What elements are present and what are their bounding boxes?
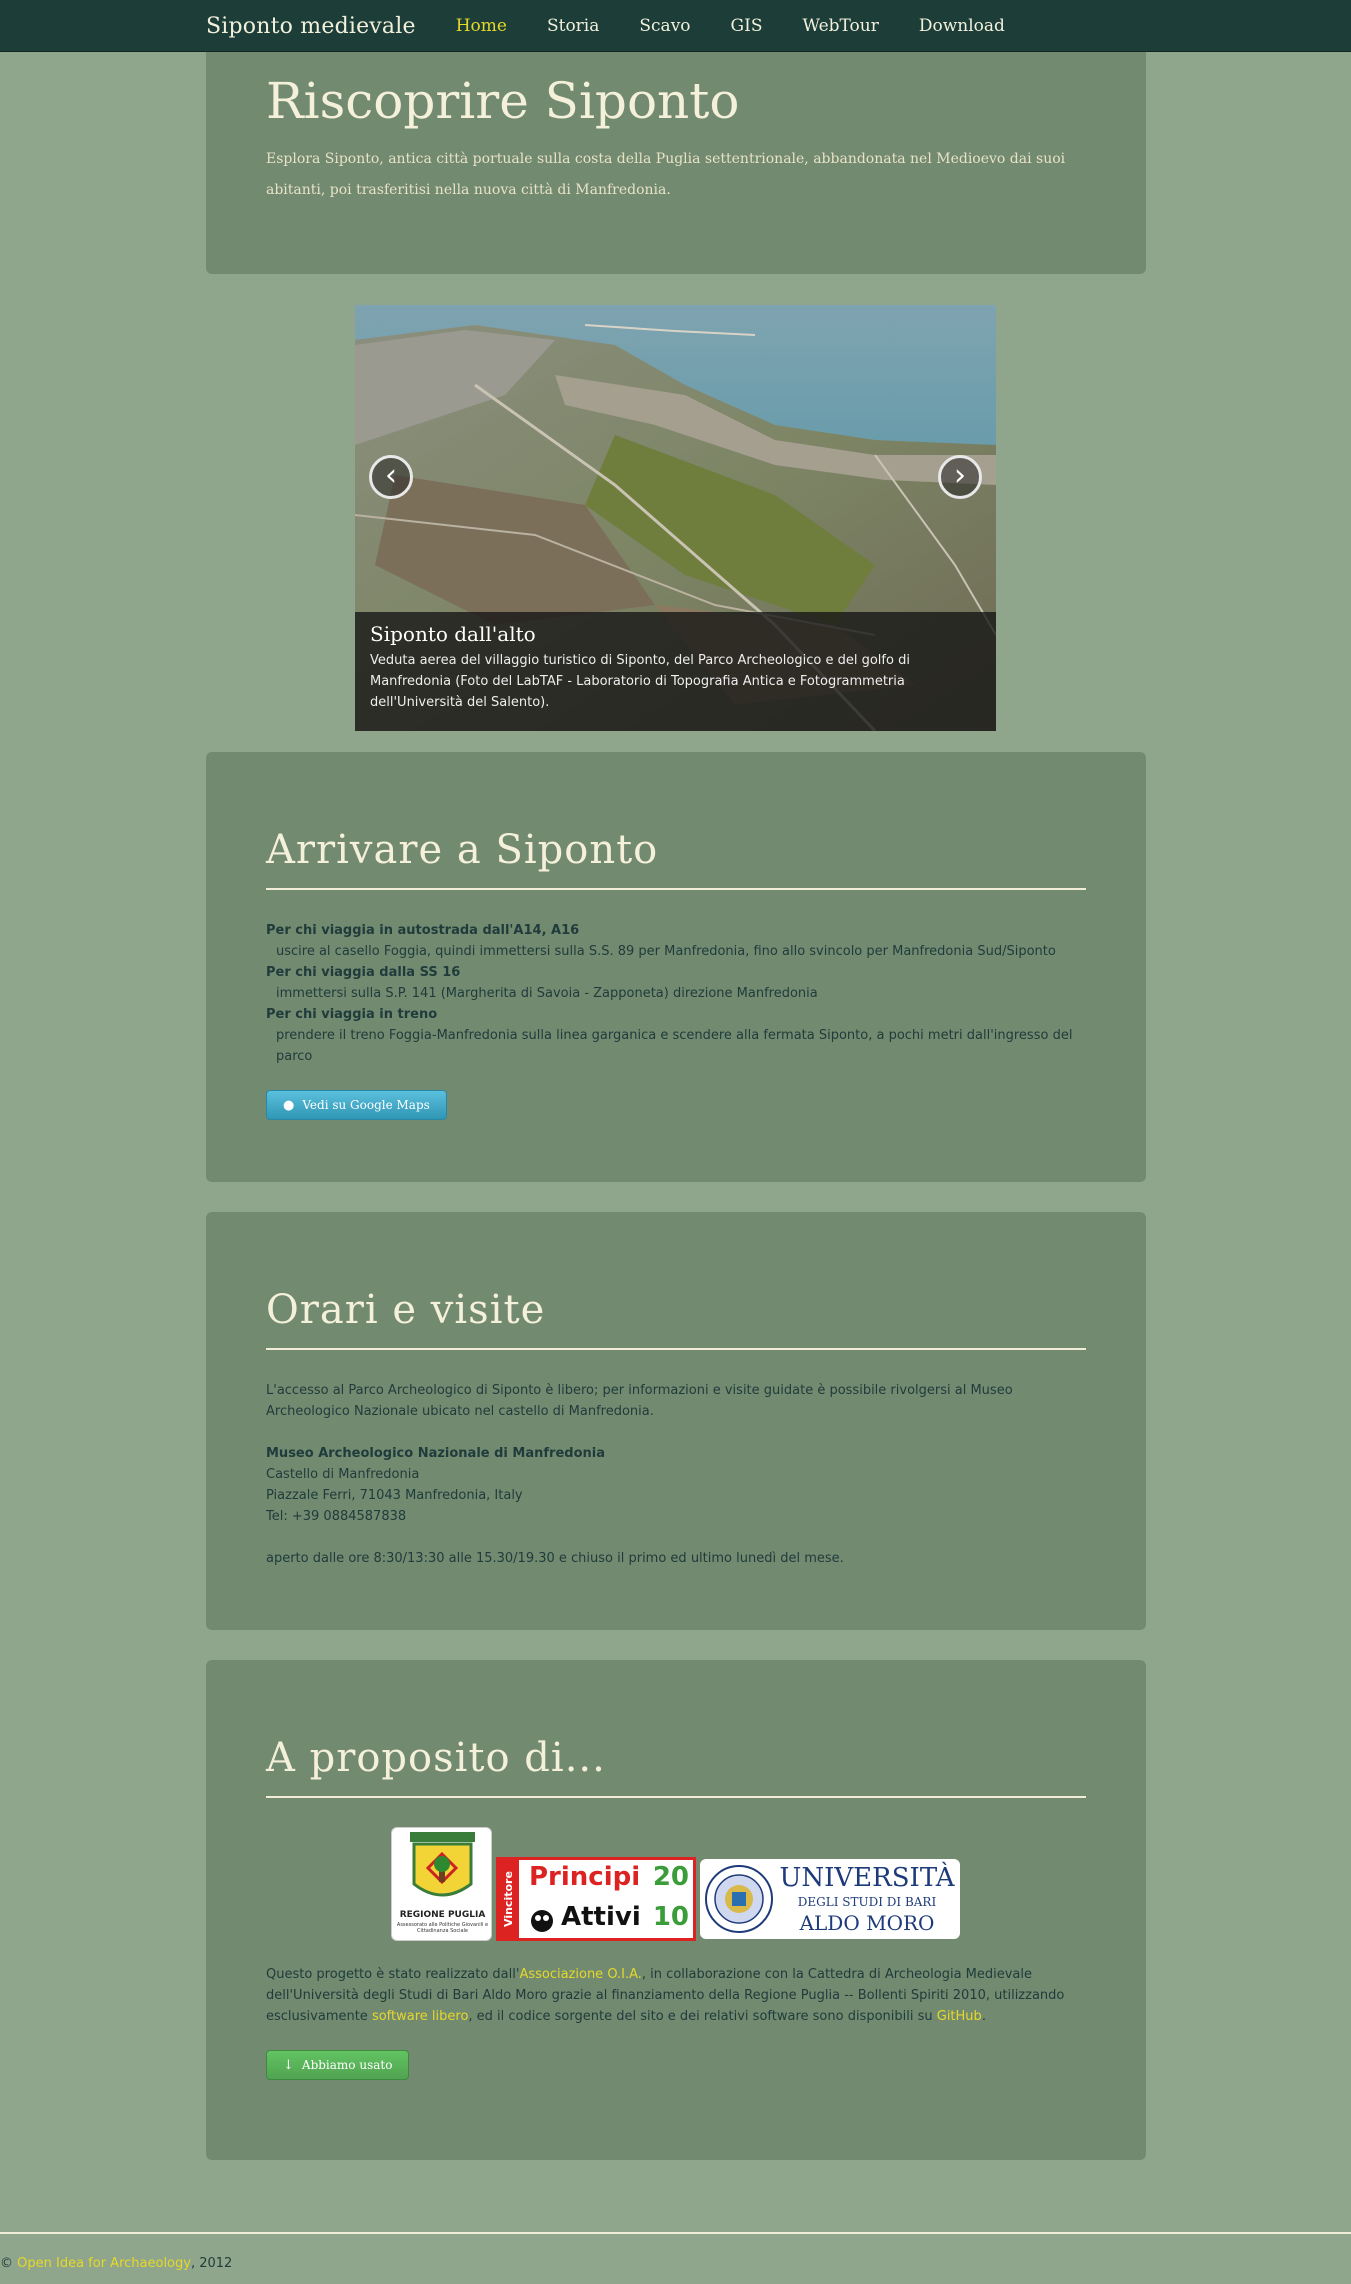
carousel-next-button[interactable]: › xyxy=(938,455,982,499)
principi-label: Principi xyxy=(529,1862,641,1892)
nav-storia[interactable]: Storia xyxy=(547,16,599,36)
abbiamo-usato-button[interactable]: ↓ Abbiamo usato xyxy=(266,2050,410,2080)
top-navbar: Siponto medievale Home Storia Scavo GIS … xyxy=(0,0,1351,52)
about-section: A proposito di... REGIONE PUGLIA Assesso… xyxy=(206,1660,1146,2160)
vincitore-label: Vincitore xyxy=(499,1860,519,1938)
sponsor-logos: REGIONE PUGLIA Assessorato alle Politich… xyxy=(391,1827,960,1941)
museum-address-2: Piazzale Ferri, 71043 Manfredonia, Italy xyxy=(266,1488,523,1503)
caption-title: Siponto dall'alto xyxy=(370,622,536,646)
orari-intro: L'accesso al Parco Archeologico di Sipon… xyxy=(266,1383,1013,1419)
nav-home[interactable]: Home xyxy=(456,16,507,36)
mascot-icon xyxy=(531,1910,553,1932)
orari-text: L'accesso al Parco Archeologico di Sipon… xyxy=(266,1380,1086,1569)
footer-divider xyxy=(0,2232,1351,2234)
arrivare-section: Arrivare a Siponto Per chi viaggia in au… xyxy=(206,752,1146,1182)
regione-puglia-emblem xyxy=(410,1832,475,1897)
carousel-caption: Siponto dall'alto Veduta aerea del villa… xyxy=(355,612,996,731)
museum-address-1: Castello di Manfredonia xyxy=(266,1467,420,1482)
principi-attivi-logo[interactable]: Vincitore Principi Attivi 20 10 xyxy=(496,1857,696,1941)
caption-text: Veduta aerea del villaggio turistico di … xyxy=(370,653,910,710)
nav-scavo[interactable]: Scavo xyxy=(639,16,690,36)
google-maps-button[interactable]: ● Vedi su Google Maps xyxy=(266,1090,447,1120)
directions-text-treno: prendere il treno Foggia-Manfredonia sul… xyxy=(276,1028,1073,1064)
directions-heading-treno: Per chi viaggia in treno xyxy=(266,1007,438,1022)
orari-section: Orari e visite L'accesso al Parco Archeo… xyxy=(206,1212,1146,1630)
software-libero-link[interactable]: software libero xyxy=(372,2009,468,2024)
opening-hours: aperto dalle ore 8:30/13:30 alle 15.30/1… xyxy=(266,1551,844,1566)
regione-puglia-logo[interactable]: REGIONE PUGLIA Assessorato alle Politich… xyxy=(391,1827,492,1941)
museum-name: Museo Archeologico Nazionale di Manfredo… xyxy=(266,1446,605,1461)
oia-footer-link[interactable]: Open Idea for Archaeology xyxy=(17,2256,191,2271)
photo-carousel: ‹ › Siponto dall'alto Veduta aerea del v… xyxy=(355,305,996,731)
download-arrow-icon: ↓ xyxy=(283,2057,294,2073)
about-text: Questo progetto è stato realizzato dall'… xyxy=(266,1964,1086,2027)
directions-list: Per chi viaggia in autostrada dall'A14, … xyxy=(266,920,1086,1067)
attivi-label: Attivi xyxy=(561,1902,641,1932)
hero-title: Riscoprire Siponto xyxy=(266,72,740,130)
arrivare-divider xyxy=(266,888,1086,890)
google-maps-button-label: Vedi su Google Maps xyxy=(302,1098,430,1112)
regione-puglia-sublabel: Assessorato alle Politiche Giovanili e C… xyxy=(396,1922,489,1934)
github-link[interactable]: GitHub xyxy=(937,2009,982,2024)
orari-divider xyxy=(266,1348,1086,1350)
oia-link[interactable]: Associazione O.I.A. xyxy=(519,1967,641,1982)
hero-text: Esplora Siponto, antica città portuale s… xyxy=(266,151,1066,198)
directions-heading-ss16: Per chi viaggia dalla SS 16 xyxy=(266,965,461,980)
museum-phone: Tel: +39 0884587838 xyxy=(266,1509,407,1524)
directions-text-autostrada: uscire al casello Foggia, quindi immette… xyxy=(276,944,1056,959)
directions-text-ss16: immettersi sulla S.P. 141 (Margherita di… xyxy=(276,986,818,1001)
footer-year: , 2012 xyxy=(190,2256,233,2271)
uniba-line3: ALDO MORO xyxy=(799,1911,935,1935)
arrivare-title: Arrivare a Siponto xyxy=(266,827,659,873)
about-text-part-a: Questo progetto è stato realizzato dall' xyxy=(266,1967,520,1982)
abbiamo-usato-label: Abbiamo usato xyxy=(301,2058,393,2072)
brand-logo[interactable]: Siponto medievale xyxy=(206,14,416,39)
orari-title: Orari e visite xyxy=(266,1287,546,1333)
about-title: A proposito di... xyxy=(266,1735,606,1781)
nav-webtour[interactable]: WebTour xyxy=(803,16,879,36)
uniba-seal-icon xyxy=(705,1865,773,1933)
year-label-top: 20 xyxy=(652,1862,689,1892)
copyright-symbol: © xyxy=(0,2256,13,2271)
about-text-part-c: , ed il codice sorgente del sito e dei r… xyxy=(468,2009,937,2024)
about-text-part-d: . xyxy=(981,2009,986,2024)
year-label-bottom: 10 xyxy=(652,1902,689,1932)
about-divider xyxy=(266,1796,1086,1798)
carousel-prev-button[interactable]: ‹ xyxy=(369,455,413,499)
globe-icon: ● xyxy=(283,1097,295,1113)
nav-download[interactable]: Download xyxy=(919,16,1005,36)
hero-unit: Riscoprire Siponto Esplora Siponto, anti… xyxy=(206,52,1146,274)
regione-puglia-label: REGIONE PUGLIA xyxy=(399,1910,486,1920)
footer: © Open Idea for Archaeology, 2012 xyxy=(0,2256,232,2271)
uniba-line2: DEGLI STUDI DI BARI xyxy=(797,1895,937,1909)
uniba-logo[interactable]: UNIVERSITÀ DEGLI STUDI DI BARI ALDO MORO xyxy=(700,1859,960,1939)
nav-gis[interactable]: GIS xyxy=(731,16,763,36)
uniba-line1: UNIVERSITÀ xyxy=(779,1863,955,1893)
directions-heading-autostrada: Per chi viaggia in autostrada dall'A14, … xyxy=(266,923,580,938)
